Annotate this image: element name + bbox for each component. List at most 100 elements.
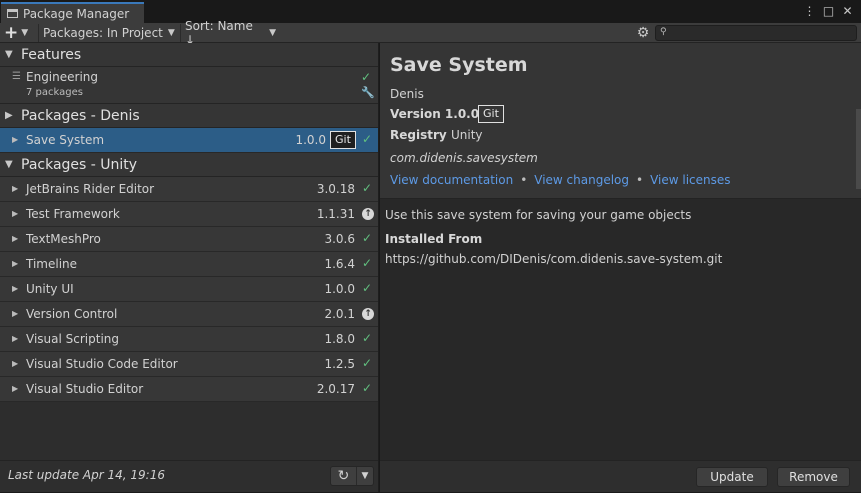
package-details-panel: Save System Denis Version 1.0.0 Git Regi…: [380, 43, 861, 492]
details-header: Save System Denis Version 1.0.0 Git Regi…: [380, 43, 861, 199]
chevron-down-icon: ▼: [269, 28, 276, 38]
wrench-icon: 🔧: [361, 86, 375, 99]
view-changelog-link[interactable]: View changelog: [534, 173, 629, 187]
feature-layers-icon: ☰: [12, 71, 21, 82]
toolbar: + ▼ Packages: In Project ▼ Sort: Name ↓ …: [0, 19, 861, 47]
expand-triangle-icon: ▶: [12, 259, 19, 268]
expand-triangle-icon: ▶: [12, 359, 19, 368]
expand-triangle-icon: ▶: [12, 309, 19, 318]
package-name: Visual Studio Code Editor: [26, 357, 178, 371]
package-name: Unity UI: [26, 282, 74, 296]
package-name: Test Framework: [26, 207, 120, 221]
package-row[interactable]: ▶ Test Framework 1.1.31 ↑: [0, 202, 378, 227]
package-list-panel: ▼ Features ☰ Engineering 7 packages ✓ 🔧 …: [0, 43, 379, 492]
installed-check-icon: ✓: [362, 181, 373, 195]
update-available-icon: ↑: [362, 308, 374, 320]
search-icon: ⚲: [660, 27, 667, 37]
installed-check-icon: ✓: [362, 381, 373, 395]
maximize-icon[interactable]: □: [821, 3, 836, 19]
package-name: JetBrains Rider Editor: [26, 182, 155, 196]
package-description: Use this save system for saving your gam…: [385, 208, 692, 222]
add-package-button[interactable]: + ▼: [4, 24, 38, 42]
feature-item-engineering[interactable]: ☰ Engineering 7 packages ✓ 🔧: [0, 67, 378, 104]
package-version: 1.2.5: [324, 357, 355, 371]
section-title: Packages - Denis: [21, 107, 140, 124]
window-titlebar: Package Manager ⋮ □ ✕: [0, 0, 861, 23]
installed-check-icon: ✓: [362, 132, 373, 146]
package-row-save-system[interactable]: ▶ Save System 1.0.0 Git ✓: [0, 128, 378, 153]
chevron-down-icon: ▼: [167, 28, 175, 38]
close-icon[interactable]: ✕: [840, 3, 855, 19]
update-button[interactable]: Update: [696, 467, 768, 487]
package-row[interactable]: ▶ Visual Studio Editor 2.0.17 ✓: [0, 377, 378, 402]
plus-icon: +: [4, 23, 19, 43]
installed-check-icon: ✓: [362, 281, 373, 295]
installed-from-url: https://github.com/DIDenis/com.didenis.s…: [385, 252, 723, 266]
section-features[interactable]: ▼ Features: [0, 43, 378, 67]
package-name: Version Control: [26, 307, 118, 321]
details-footer: Update Remove: [380, 460, 861, 492]
collapse-triangle-icon: ▶: [5, 110, 13, 121]
remove-button[interactable]: Remove: [777, 467, 850, 487]
expand-triangle-icon: ▶: [12, 234, 19, 243]
package-name: Visual Studio Editor: [26, 382, 144, 396]
expand-triangle-icon: ▶: [12, 334, 19, 343]
package-name: Timeline: [26, 257, 78, 271]
expand-triangle-icon: ▶: [12, 184, 19, 193]
link-separator: •: [520, 173, 528, 187]
package-row[interactable]: ▶ Unity UI 1.0.0 ✓: [0, 277, 378, 302]
package-row[interactable]: ▶ TextMeshPro 3.0.6 ✓: [0, 227, 378, 252]
expand-triangle-icon: ▼: [5, 159, 13, 170]
installed-check-icon: ✓: [361, 70, 372, 84]
package-row[interactable]: ▶ Visual Studio Code Editor 1.2.5 ✓: [0, 352, 378, 377]
feature-package-count: 7 packages: [26, 87, 83, 98]
window-icon: [7, 9, 18, 18]
package-row[interactable]: ▶ Timeline 1.6.4 ✓: [0, 252, 378, 277]
registry-value: Unity: [451, 128, 483, 142]
packages-filter-dropdown[interactable]: Packages: In Project ▼: [38, 24, 180, 42]
sort-dropdown[interactable]: Sort: Name ↓ ▼: [180, 19, 276, 47]
package-version: 1.1.31: [316, 207, 355, 221]
installed-check-icon: ✓: [362, 331, 373, 345]
section-packages-unity[interactable]: ▼ Packages - Unity: [0, 153, 378, 177]
package-name: TextMeshPro: [26, 232, 101, 246]
left-footer: Last update Apr 14, 19:16 ↻ ▼: [0, 460, 378, 492]
package-version: 3.0.6: [324, 232, 355, 246]
update-available-icon: ↑: [362, 208, 374, 220]
package-name: Visual Scripting: [26, 332, 119, 346]
package-row[interactable]: ▶ Visual Scripting 1.8.0 ✓: [0, 327, 378, 352]
chevron-down-icon: ▼: [21, 28, 29, 38]
package-links: View documentation • View changelog • Vi…: [390, 173, 731, 187]
view-documentation-link[interactable]: View documentation: [390, 173, 513, 187]
registry-label: Registry: [390, 128, 447, 142]
expand-triangle-icon: ▼: [5, 49, 13, 60]
package-row[interactable]: ▶ JetBrains Rider Editor 3.0.18 ✓: [0, 177, 378, 202]
kebab-menu-icon[interactable]: ⋮: [802, 3, 817, 19]
package-author: Denis: [390, 87, 424, 101]
package-version: 2.0.17: [316, 382, 355, 396]
feature-name: Engineering: [26, 70, 98, 84]
package-version: 1.0.0: [295, 133, 326, 147]
search-input[interactable]: ⚲: [655, 25, 857, 41]
package-row[interactable]: ▶ Version Control 2.0.1 ↑: [0, 302, 378, 327]
package-version: 1.8.0: [324, 332, 355, 346]
packages-filter-label: Packages: In Project: [43, 26, 163, 40]
package-version: 1.6.4: [324, 257, 355, 271]
section-packages-denis[interactable]: ▶ Packages - Denis: [0, 104, 378, 128]
refresh-button[interactable]: ↻ ▼: [330, 466, 374, 486]
chevron-down-icon[interactable]: ▼: [357, 471, 373, 481]
package-id: com.didenis.savesystem: [390, 151, 538, 165]
section-title: Packages - Unity: [21, 156, 138, 173]
installed-check-icon: ✓: [362, 231, 373, 245]
expand-triangle-icon: ▶: [12, 284, 19, 293]
view-licenses-link[interactable]: View licenses: [650, 173, 730, 187]
git-badge: Git: [330, 131, 356, 149]
link-separator: •: [636, 173, 644, 187]
scrollbar[interactable]: [856, 109, 861, 189]
package-version: 1.0.0: [324, 282, 355, 296]
gear-icon[interactable]: ⚙: [635, 25, 651, 41]
refresh-icon: ↻: [331, 467, 357, 485]
window-tab[interactable]: Package Manager: [1, 2, 144, 23]
window-controls: ⋮ □ ✕: [802, 3, 855, 19]
package-name: Save System: [26, 133, 105, 147]
